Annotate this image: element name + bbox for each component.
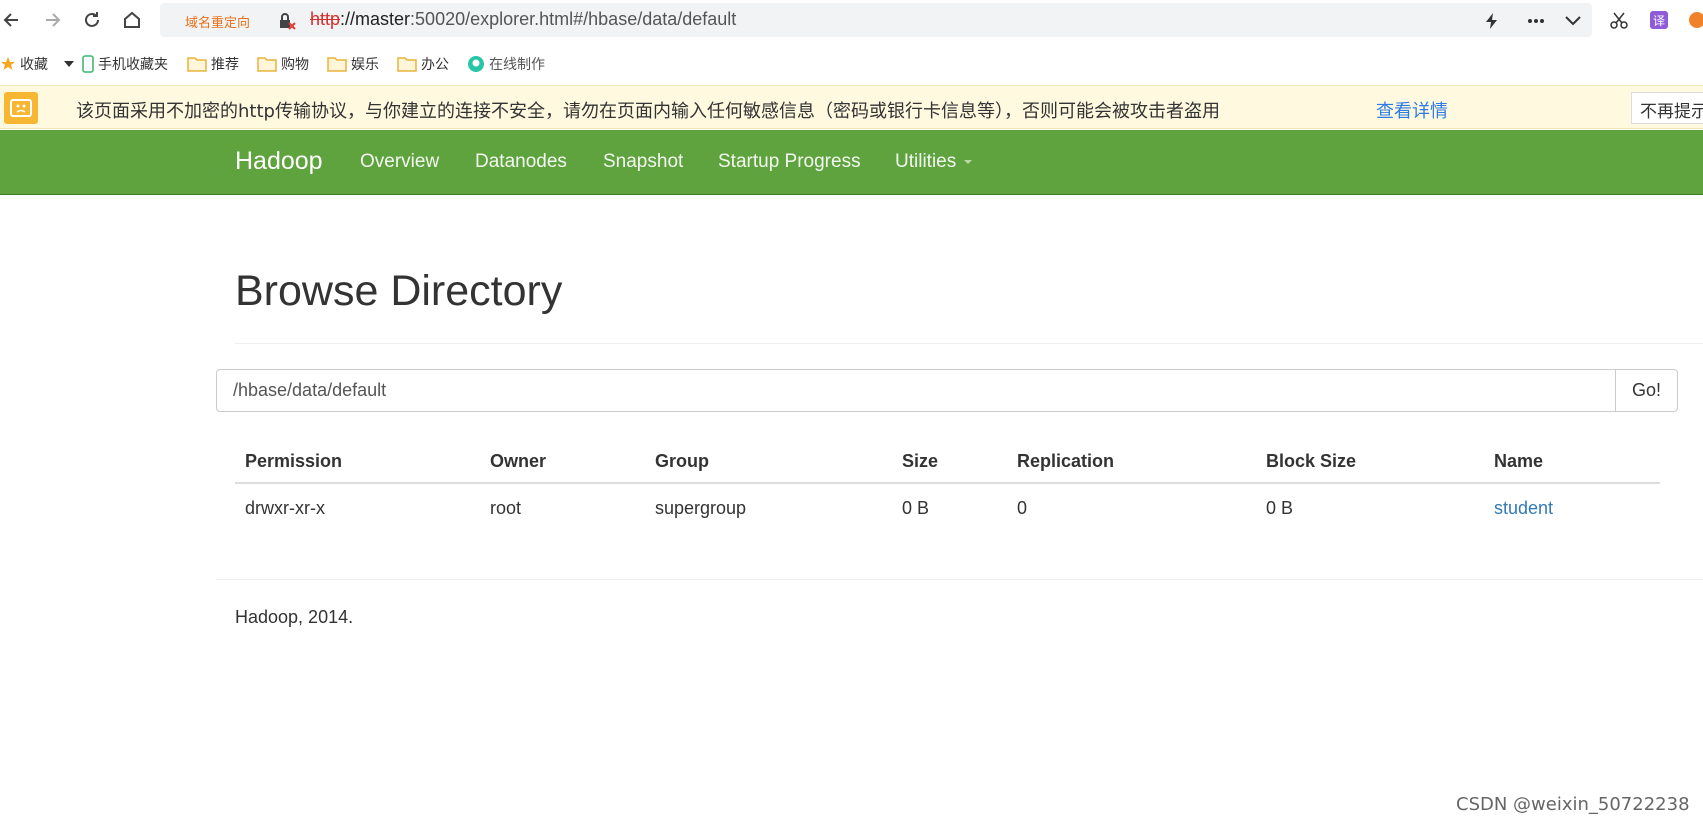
bookmark-folder-office[interactable]: 办公: [397, 54, 449, 74]
svg-text:译: 译: [1653, 14, 1665, 28]
address-bar[interactable]: 域名重定向 http://master:50020/explorer.html#…: [160, 3, 1592, 37]
more-icon[interactable]: [1526, 11, 1546, 31]
extension-icon[interactable]: [1686, 9, 1703, 31]
bookmark-folder-entertainment[interactable]: 娱乐: [327, 54, 379, 74]
column-header-block-size[interactable]: Block Size: [1256, 440, 1484, 484]
nav-utilities-label: Utilities: [895, 151, 957, 172]
url-text[interactable]: http://master:50020/explorer.html#/hbase…: [310, 9, 736, 30]
cell-name: student: [1484, 483, 1660, 533]
forward-icon[interactable]: [40, 8, 64, 32]
bookmark-label: 在线制作: [489, 57, 545, 73]
url-protocol: http: [310, 9, 341, 29]
bookmarks-bar: 收藏 手机收藏夹 推荐 购物 娱乐 办公 在线制作: [0, 44, 1703, 82]
go-button[interactable]: Go!: [1615, 369, 1678, 412]
directory-link-student[interactable]: student: [1494, 498, 1553, 518]
view-details-link[interactable]: 查看详情: [1376, 97, 1448, 123]
cell-size: 0 B: [902, 498, 930, 518]
hadoop-navbar: Hadoop Overview Datanodes Snapshot Start…: [0, 130, 1703, 195]
cell-replication: 0: [1017, 498, 1028, 518]
column-header-group[interactable]: Group: [645, 440, 892, 484]
security-warning-bar: 该页面采用不加密的http传输协议，与你建立的连接不安全，请勿在页面内输入任何敏…: [0, 85, 1703, 129]
cell-group: supergroup: [655, 498, 747, 518]
column-header-permission[interactable]: Permission: [235, 440, 480, 484]
bookmark-folder-recommend[interactable]: 推荐: [187, 54, 239, 74]
bookmark-mobile[interactable]: 手机收藏夹: [82, 54, 168, 74]
home-icon[interactable]: [120, 8, 144, 32]
bookmark-label: 收藏: [20, 57, 48, 73]
directory-table: Permission Owner Group Size Replication …: [235, 440, 1660, 533]
dropdown-caret-icon[interactable]: [64, 54, 78, 74]
browser-toolbar: 域名重定向 http://master:50020/explorer.html#…: [0, 0, 1703, 40]
bookmark-label: 购物: [281, 57, 309, 73]
cell-owner: root: [490, 498, 522, 518]
cell-permission: drwxr-xr-x: [245, 498, 325, 518]
bookmark-label: 手机收藏夹: [98, 57, 168, 73]
bookmark-favorites[interactable]: 收藏: [0, 54, 48, 74]
nav-overview[interactable]: Overview: [360, 151, 439, 173]
column-header-replication[interactable]: Replication: [1007, 440, 1256, 484]
url-host: ://master: [340, 9, 411, 29]
table-header-row: Permission Owner Group Size Replication …: [235, 440, 1660, 484]
redirect-tag[interactable]: 域名重定向: [185, 12, 250, 31]
caret-down-icon: [964, 159, 973, 164]
bookmark-folder-shopping[interactable]: 购物: [257, 54, 309, 74]
nav-datanodes[interactable]: Datanodes: [475, 151, 567, 173]
bookmark-label: 娱乐: [351, 57, 379, 73]
footer-divider: [216, 579, 1703, 580]
column-header-name[interactable]: Name: [1484, 440, 1660, 484]
title-divider: [235, 343, 1703, 344]
translate-icon[interactable]: 译: [1648, 9, 1670, 31]
nav-utilities-dropdown[interactable]: Utilities: [895, 151, 973, 173]
footer-text: Hadoop, 2014.: [235, 607, 354, 627]
column-header-owner[interactable]: Owner: [480, 440, 645, 484]
security-warning-text: 该页面采用不加密的http传输协议，与你建立的连接不安全，请勿在页面内输入任何敏…: [76, 101, 1220, 122]
bookmark-online-maker[interactable]: 在线制作: [467, 54, 545, 74]
nav-startup-progress[interactable]: Startup Progress: [718, 151, 861, 173]
chevron-down-icon[interactable]: [1563, 11, 1583, 31]
reload-icon[interactable]: [80, 8, 104, 32]
navbar-brand[interactable]: Hadoop: [235, 147, 323, 176]
bookmark-label: 办公: [421, 57, 449, 73]
table-row: drwxr-xr-x root supergroup 0 B 0 0 B stu…: [235, 483, 1660, 533]
back-icon[interactable]: [0, 8, 24, 32]
lightning-icon[interactable]: [1482, 11, 1502, 31]
bookmark-label: 推荐: [211, 57, 239, 73]
url-path: :50020/explorer.html#/hbase/data/default: [410, 9, 737, 29]
insecure-lock-icon[interactable]: [278, 12, 296, 30]
nav-snapshot[interactable]: Snapshot: [603, 151, 683, 173]
scissors-icon[interactable]: [1608, 9, 1630, 31]
csdn-watermark: CSDN @weixin_50722238: [1456, 794, 1690, 815]
cell-block-size: 0 B: [1266, 498, 1294, 518]
directory-path-input[interactable]: [216, 369, 1616, 412]
column-header-size[interactable]: Size: [892, 440, 1007, 484]
dont-show-again-button[interactable]: 不再提示: [1631, 92, 1703, 124]
page-title: Browse Directory: [235, 267, 563, 315]
warning-face-icon: [4, 92, 38, 124]
